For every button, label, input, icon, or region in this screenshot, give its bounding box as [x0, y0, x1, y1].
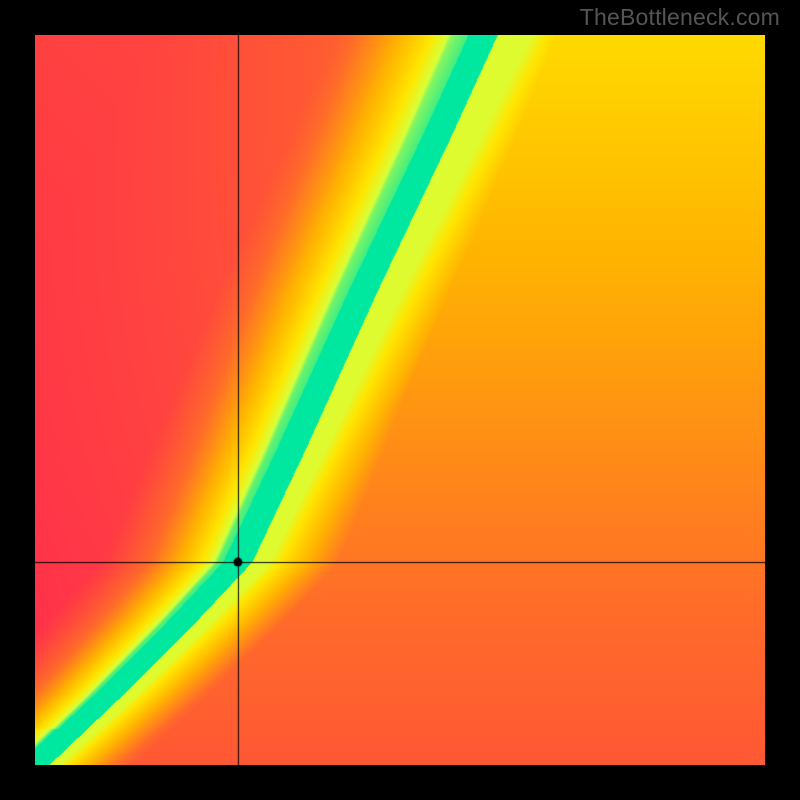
heatmap-canvas	[35, 35, 765, 765]
chart-frame: TheBottleneck.com	[0, 0, 800, 800]
watermark-text: TheBottleneck.com	[580, 4, 780, 31]
